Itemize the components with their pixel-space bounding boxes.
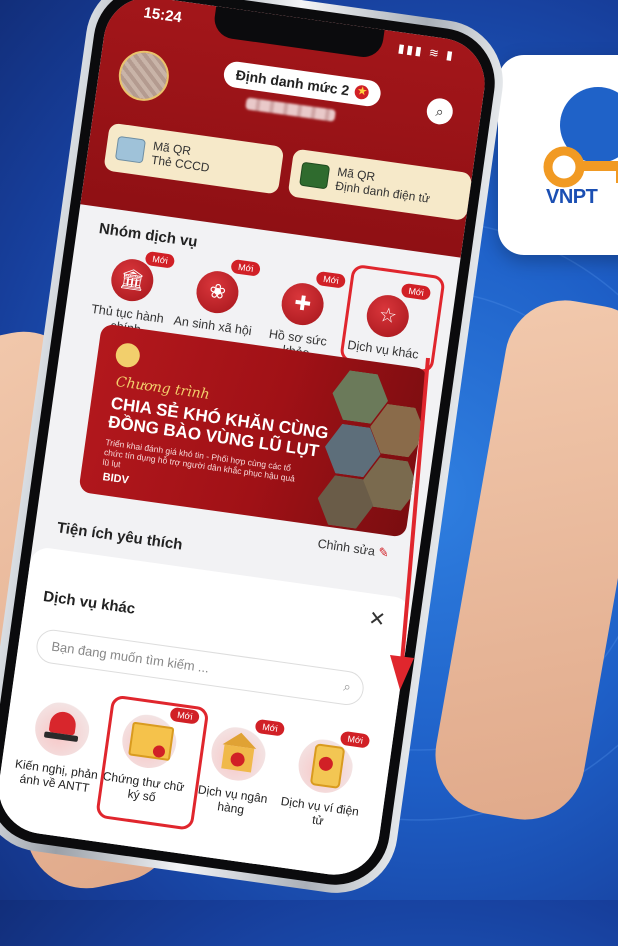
status-time: 15:24 — [142, 4, 183, 27]
status-icons: ▮▮▮ ≋ ▮ — [397, 40, 456, 63]
phone-frame: 15:24 ▮▮▮ ≋ ▮ Định danh mức 2 ★ ⌕ Mã QR … — [0, 0, 511, 901]
service-other-highlight — [339, 263, 446, 374]
service-label: Kiến nghị, phản ánh về ANTT — [14, 756, 99, 795]
siren-icon — [31, 698, 93, 760]
banner-brand: BIDV — [101, 471, 130, 487]
search-placeholder: Bạn đang muốn tìm kiếm ... — [50, 638, 211, 676]
edit-label: Chỉnh sửa — [316, 536, 376, 559]
favorites-title: Tiện ích yêu thích — [55, 519, 184, 554]
services-group-title: Nhóm dịch vụ — [97, 220, 199, 251]
id-card-icon — [114, 135, 146, 164]
service-label: Dịch vụ ngân hàng — [197, 782, 269, 817]
phone-screen: 15:24 ▮▮▮ ≋ ▮ Định danh mức 2 ★ ⌕ Mã QR … — [0, 0, 491, 881]
qr-card-digital-id[interactable]: Mã QR Định danh điện tử — [287, 148, 473, 222]
service-label: Dịch vụ ví điện tử — [279, 794, 360, 828]
phone-bezel: 15:24 ▮▮▮ ≋ ▮ Định danh mức 2 ★ ⌕ Mã QR … — [0, 0, 502, 892]
home-indicator[interactable] — [114, 865, 245, 881]
service-security-report[interactable]: Kiến nghị, phản ánh về ANTT — [11, 696, 109, 797]
health-icon: ✚ — [278, 280, 327, 328]
identity-level-label: Định danh mức 2 — [234, 66, 351, 99]
heart-hands-icon: ❀ — [193, 268, 242, 316]
star-icon: ★ — [354, 84, 370, 101]
sheet-title: Dịch vụ khác — [42, 587, 137, 618]
search-input[interactable]: Bạn đang muốn tìm kiếm ... ⌕ — [34, 627, 366, 708]
qr-card-cccd[interactable]: Mã QR Thẻ CCCD — [103, 122, 285, 195]
service-banking[interactable]: Dịch vụ ngân hàng — [187, 721, 285, 822]
search-icon[interactable]: ⌕ — [425, 96, 455, 127]
edit-favorites-button[interactable]: Chỉnh sửa ✎ — [317, 536, 390, 561]
other-services-sheet: ✕ Dịch vụ khác Bạn đang muốn tìm kiếm ..… — [0, 545, 413, 881]
service-social-security[interactable]: ❀ An sinh xã hội — [168, 265, 264, 339]
police-emblem-icon — [114, 341, 142, 369]
avatar[interactable] — [115, 47, 173, 105]
emblem-icon — [299, 161, 331, 190]
phone-device: 15:24 ▮▮▮ ≋ ▮ Định danh mức 2 ★ ⌕ Mã QR … — [0, 0, 618, 946]
close-icon[interactable]: ✕ — [367, 606, 387, 633]
pencil-icon: ✎ — [377, 545, 390, 561]
search-icon: ⌕ — [342, 678, 352, 695]
user-name-blurred — [245, 97, 336, 122]
service-e-wallet[interactable]: Dịch vụ ví điện tử — [274, 733, 372, 834]
